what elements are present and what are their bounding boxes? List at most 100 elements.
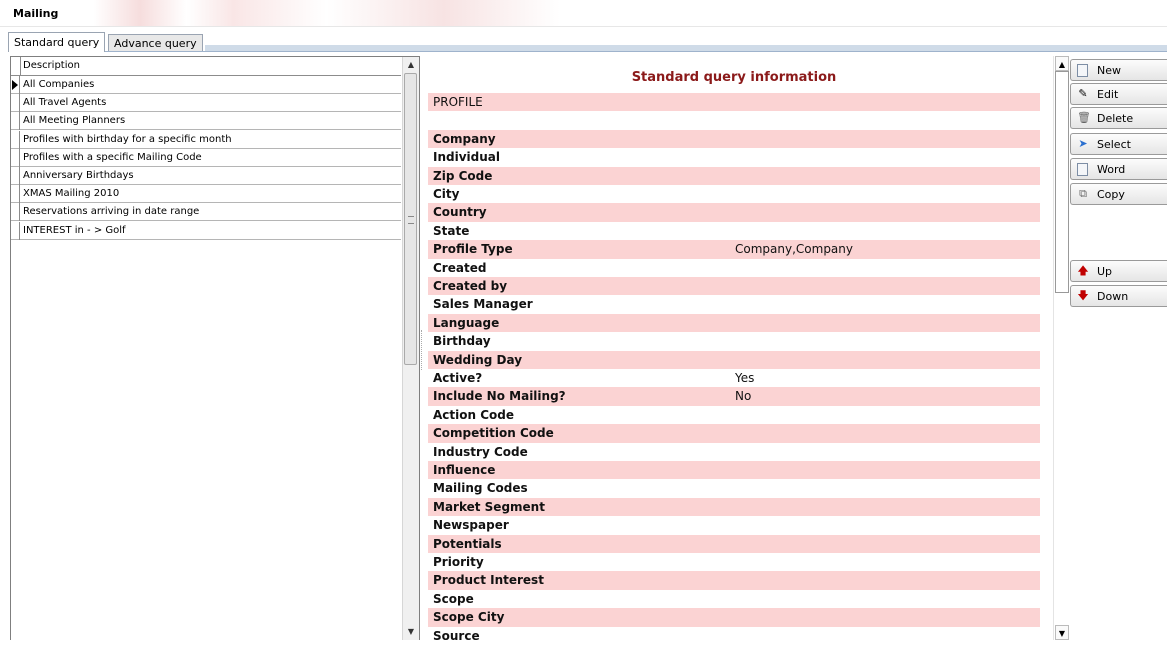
info-field-row: Language [428, 313, 1040, 333]
delete-button[interactable]: 🗑 Delete [1070, 107, 1167, 129]
row-description: Profiles with a specific Mailing Code [23, 151, 202, 163]
table-row[interactable]: XMAS Mailing 2010 [11, 185, 401, 204]
row-indicator [11, 94, 20, 113]
info-scroll-thumb[interactable] [1055, 71, 1069, 293]
edit-button[interactable]: ✎ Edit [1070, 83, 1167, 105]
new-button[interactable]: New [1070, 59, 1167, 81]
tab-advance-query[interactable]: Advance query [108, 34, 203, 51]
info-field-label: Potentials [433, 536, 502, 551]
table-row[interactable]: Profiles with birthday for a specific mo… [11, 130, 401, 149]
info-field-row: City [428, 185, 1040, 203]
info-scroll-up-icon[interactable]: ▲ [1055, 56, 1069, 71]
row-indicator [11, 221, 20, 240]
info-section-row: PROFILE [428, 93, 1040, 112]
select-button-label: Select [1097, 138, 1131, 151]
table-row[interactable]: Anniversary Birthdays [11, 167, 401, 185]
table-row[interactable]: Reservations arriving in date range [11, 203, 401, 222]
scroll-up-arrow-icon[interactable]: ▲ [403, 57, 419, 73]
row-indicator [11, 203, 20, 222]
window-title: Mailing [13, 7, 59, 20]
row-indicator [11, 76, 20, 94]
row-description: XMAS Mailing 2010 [23, 188, 120, 200]
grid-header-indicator [11, 57, 21, 75]
query-info-panel: Standard query information PROFILE Compa… [428, 56, 1068, 643]
info-field-row: Competition Code [428, 424, 1040, 443]
info-field-label: Created [433, 260, 487, 275]
panel-splitter[interactable] [421, 330, 425, 370]
row-description: All Meeting Planners [23, 115, 126, 127]
copy-button[interactable]: ⧉ Copy [1070, 183, 1167, 205]
new-button-label: New [1097, 64, 1121, 77]
row-indicator [11, 167, 20, 185]
info-field-row: State [428, 222, 1040, 240]
delete-button-label: Delete [1097, 112, 1134, 125]
table-row[interactable]: All Meeting Planners [11, 112, 401, 131]
description-column-header[interactable]: Description [23, 57, 80, 75]
edit-pencil-icon: ✎ [1078, 87, 1088, 100]
table-row[interactable]: All Companies [11, 76, 401, 94]
info-field-row: Created by [428, 277, 1040, 296]
info-field-label: Language [433, 315, 500, 330]
table-row[interactable]: Profiles with a specific Mailing Code [11, 148, 401, 167]
info-scrollbar[interactable]: ▲ ▼ [1053, 56, 1070, 640]
info-field-row: Priority [428, 553, 1040, 571]
down-button[interactable]: 🡇 Down [1070, 285, 1167, 307]
info-field-label: Sales Manager [433, 297, 533, 312]
info-field-row: Sales Manager [428, 295, 1040, 313]
query-list-grid: Description All Companies All Travel Agen… [10, 56, 420, 640]
info-title: Standard query information [631, 70, 837, 85]
edit-button-label: Edit [1097, 88, 1119, 101]
down-button-label: Down [1097, 290, 1129, 303]
list-scroll-thumb[interactable] [404, 73, 417, 365]
row-description: INTEREST in - > Golf [23, 224, 126, 236]
word-button[interactable]: Word [1070, 158, 1167, 180]
grid-header: Description [11, 57, 401, 76]
row-description: Profiles with birthday for a specific mo… [23, 133, 232, 145]
info-field-row: Created [428, 259, 1040, 277]
tab-standard-query[interactable]: Standard query [8, 32, 106, 52]
new-document-icon [1077, 64, 1088, 77]
info-field-row: Mailing Codes [428, 479, 1040, 497]
info-field-row: Influence [428, 461, 1040, 480]
action-toolbar: New ✎ Edit 🗑 Delete ➤ Select Word ⧉ Copy… [1070, 56, 1167, 640]
info-field-row: Action Code [428, 406, 1040, 424]
title-bar: Mailing [0, 0, 1167, 27]
info-field-label: Competition Code [433, 426, 554, 441]
info-field-row: Newspaper [428, 516, 1040, 534]
up-button[interactable]: 🡅 Up [1070, 260, 1167, 282]
info-field-row: Zip Code [428, 166, 1040, 185]
row-indicator [11, 148, 20, 167]
info-field-row: Wedding Day [428, 350, 1040, 369]
copy-button-label: Copy [1097, 188, 1125, 201]
select-button[interactable]: ➤ Select [1070, 133, 1167, 155]
info-field-label: Newspaper [433, 518, 509, 533]
info-field-label: Birthday [433, 334, 491, 349]
list-scrollbar[interactable]: ▲ ▼ [402, 57, 419, 640]
info-field-label: Wedding Day [433, 352, 523, 367]
info-field-label: Market Segment [433, 499, 545, 514]
info-field-label: State [433, 223, 470, 238]
row-indicator [11, 130, 20, 149]
info-field-label: Scope City [433, 610, 505, 625]
table-row[interactable]: All Travel Agents [11, 94, 401, 113]
info-field-label: Include No Mailing? [433, 389, 566, 404]
info-field-label: City [433, 187, 460, 201]
info-scroll-down-icon[interactable]: ▼ [1055, 625, 1069, 640]
info-field-row: Company [428, 129, 1040, 149]
info-field-label: Product Interest [433, 573, 544, 588]
row-indicator [11, 185, 20, 204]
word-document-icon [1077, 163, 1088, 176]
info-field-label: Created by [433, 279, 508, 293]
info-field-label: Scope [433, 591, 474, 606]
info-field-label: Active? [433, 371, 483, 385]
up-button-label: Up [1097, 265, 1113, 278]
trash-icon: 🗑 [1077, 111, 1091, 124]
info-field-label: Individual [433, 150, 500, 165]
info-field-row: Market Segment [428, 497, 1040, 517]
scroll-down-arrow-icon[interactable]: ▼ [403, 624, 419, 640]
info-field-row: Source [428, 627, 1040, 645]
row-description: All Travel Agents [23, 97, 107, 109]
info-field-label: Source [433, 628, 480, 643]
table-row[interactable]: INTEREST in - > Golf [11, 221, 401, 240]
info-field-value: Yes [735, 371, 755, 385]
